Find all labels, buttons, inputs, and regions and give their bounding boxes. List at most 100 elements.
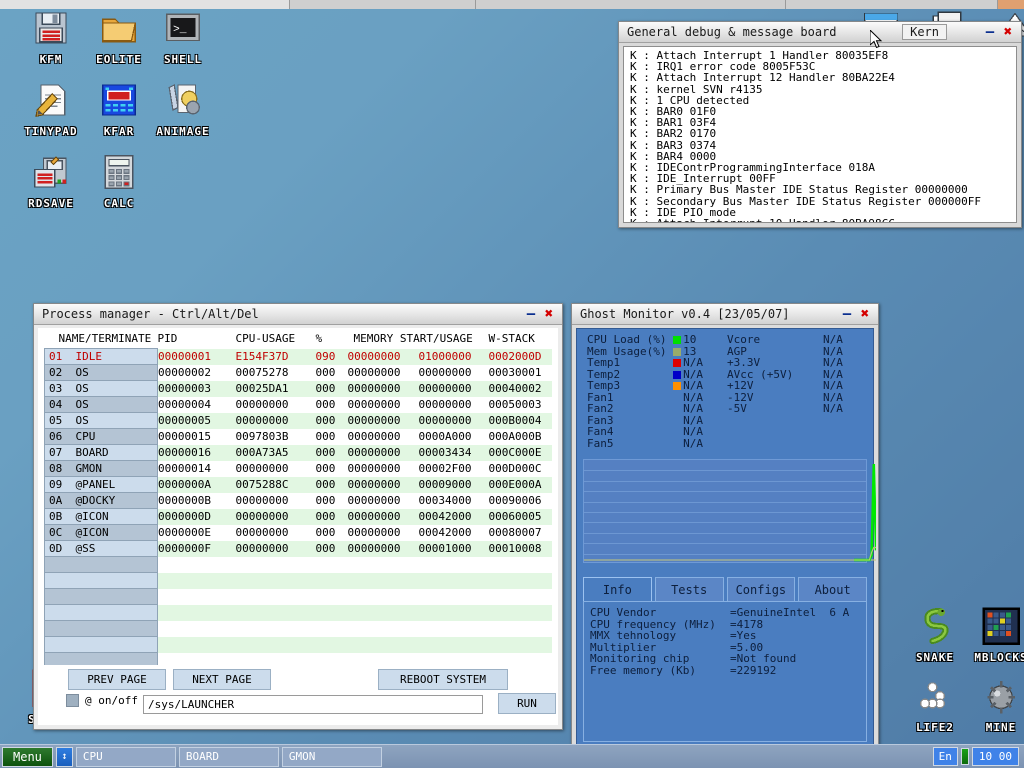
table-row[interactable]: 07 BOARD00000016000A73A50000000000000003… xyxy=(45,445,553,461)
table-row[interactable]: 05 OS00000005000000000000000000000000000… xyxy=(45,413,553,429)
reboot-system-button[interactable]: REBOOT SYSTEM xyxy=(378,669,508,690)
process-name-cell[interactable] xyxy=(45,637,158,653)
table-row-empty[interactable] xyxy=(45,637,553,653)
taskbar-task-cpu[interactable]: CPU xyxy=(76,747,176,767)
table-row[interactable]: 08 GMON00000014000000000000000000000002F… xyxy=(45,461,553,477)
image-editor-icon xyxy=(161,80,205,122)
desktop-icon-label: SHELL xyxy=(140,53,226,66)
process-name-cell[interactable] xyxy=(45,557,158,573)
table-row[interactable]: 02 OS00000002000752780000000000000000000… xyxy=(45,365,553,381)
table-row[interactable]: 0C @ICON0000000E000000000000000000000042… xyxy=(45,525,553,541)
process-pct-cell: 000 xyxy=(316,461,348,477)
close-icon[interactable]: ✖ xyxy=(856,306,874,322)
process-memusage-cell: 00000000 xyxy=(419,397,489,413)
run-button[interactable]: RUN xyxy=(498,693,556,714)
desktop-icon-shell[interactable]: >_SHELL xyxy=(140,8,226,66)
process-name: @PANEL xyxy=(76,478,116,491)
process-name-cell[interactable]: 06 CPU xyxy=(45,429,158,445)
desktop-icon-label: MINE xyxy=(958,721,1024,734)
process-name-cell[interactable] xyxy=(45,573,158,589)
process-name-cell[interactable]: 02 OS xyxy=(45,365,158,381)
table-row[interactable]: 09 @PANEL0000000A0075288C000000000000000… xyxy=(45,477,553,493)
process-name-cell[interactable]: 0D @SS xyxy=(45,541,158,557)
table-row[interactable]: 04 OS00000004000000000000000000000000000… xyxy=(45,397,553,413)
process-name-cell[interactable]: 05 OS xyxy=(45,413,158,429)
table-row-empty[interactable] xyxy=(45,589,553,605)
process-name-cell[interactable]: 0A @DOCKY xyxy=(45,493,158,509)
process-empty-cell xyxy=(158,605,553,621)
process-pid-cell: 00000004 xyxy=(158,397,236,413)
table-row-empty[interactable] xyxy=(45,621,553,637)
onoff-checkbox[interactable] xyxy=(66,694,79,707)
tab-about[interactable]: About xyxy=(798,577,867,602)
process-memstart-cell: 00000000 xyxy=(348,365,419,381)
table-row[interactable]: 03 OS0000000300025DA10000000000000000000… xyxy=(45,381,553,397)
process-name-cell[interactable] xyxy=(45,605,158,621)
taskbar-task-gmon[interactable]: GMON xyxy=(282,747,382,767)
tab-info[interactable]: Info xyxy=(583,577,652,602)
minimize-icon[interactable]: – xyxy=(838,306,856,322)
prev-page-button[interactable]: PREV PAGE xyxy=(68,669,166,690)
process-index: 08 xyxy=(49,462,62,475)
notepad-pencil-icon xyxy=(29,80,73,122)
next-page-button[interactable]: NEXT PAGE xyxy=(173,669,271,690)
process-index: 05 xyxy=(49,414,62,427)
sensor-color-swatch-empty xyxy=(673,440,681,448)
start-menu-button[interactable]: Menu xyxy=(2,747,53,767)
table-row[interactable]: 01 IDLE00000001E154F37D09000000000010000… xyxy=(45,349,553,365)
close-icon[interactable]: ✖ xyxy=(999,24,1017,40)
process-name-cell[interactable] xyxy=(45,589,158,605)
debug-window-titlebar[interactable]: General debug & message board Kern – ✖ xyxy=(619,22,1021,43)
process-name-cell[interactable] xyxy=(45,653,158,666)
launcher-path-input[interactable] xyxy=(143,695,483,714)
table-row-empty[interactable] xyxy=(45,605,553,621)
process-name-cell[interactable]: 09 @PANEL xyxy=(45,477,158,493)
desktop-icon-mine[interactable]: MINE xyxy=(958,676,1024,734)
process-memusage-cell: 00002F00 xyxy=(419,461,489,477)
voltage-label: +12V xyxy=(727,380,823,392)
table-row-empty[interactable] xyxy=(45,653,553,666)
table-row[interactable]: 0D @SS0000000F00000000000000000000000100… xyxy=(45,541,553,557)
minimize-icon[interactable]: – xyxy=(981,24,999,40)
info-row: Monitoring chip=Not found xyxy=(590,653,860,665)
tab-configs[interactable]: Configs xyxy=(727,577,796,602)
table-row-empty[interactable] xyxy=(45,557,553,573)
ghost-monitor-titlebar[interactable]: Ghost Monitor v0.4 [23/05/07] – ✖ xyxy=(572,304,878,325)
table-row[interactable]: 06 CPU000000150097803B000000000000000A00… xyxy=(45,429,553,445)
process-manager-window[interactable]: Process manager - Ctrl/Alt/Del – ✖ NAME/… xyxy=(33,303,563,730)
process-name-cell[interactable]: 04 OS xyxy=(45,397,158,413)
process-name-cell[interactable]: 0B @ICON xyxy=(45,509,158,525)
debug-window[interactable]: General debug & message board Kern – ✖ K… xyxy=(618,21,1022,228)
kern-tag[interactable]: Kern xyxy=(902,24,947,40)
process-memstart-cell: 00000000 xyxy=(348,381,419,397)
process-name-cell[interactable]: 08 GMON xyxy=(45,461,158,477)
taskbar-task-board[interactable]: BOARD xyxy=(179,747,279,767)
desktop-icon-calc[interactable]: CALC xyxy=(76,152,162,210)
battery-icon xyxy=(961,748,969,765)
desktop-icon-animage[interactable]: ANIMAGE xyxy=(140,80,226,138)
sensor-color-swatch-empty xyxy=(673,417,681,425)
close-icon[interactable]: ✖ xyxy=(540,306,558,322)
process-name-cell[interactable]: 0C @ICON xyxy=(45,525,158,541)
ghost-monitor-window[interactable]: Ghost Monitor v0.4 [23/05/07] – ✖ CPU Lo… xyxy=(571,303,879,753)
clock[interactable]: 10 00 xyxy=(972,747,1019,766)
process-memstart-cell: 00000000 xyxy=(348,525,419,541)
sensor-color-swatch-empty xyxy=(673,394,681,402)
taskbar: Menu ↕ CPUBOARDGMON En 10 00 xyxy=(0,744,1024,768)
minimize-icon[interactable]: – xyxy=(522,306,540,322)
desktop-icon-mblocks[interactable]: MBLOCKS xyxy=(958,606,1024,664)
process-name-cell[interactable]: 07 BOARD xyxy=(45,445,158,461)
updown-arrow-icon[interactable]: ↕ xyxy=(56,747,73,767)
process-index: 02 xyxy=(49,366,62,379)
process-name-cell[interactable]: 03 OS xyxy=(45,381,158,397)
voltage-reading: -5VN/A xyxy=(727,403,843,415)
tab-tests[interactable]: Tests xyxy=(655,577,724,602)
table-row-empty[interactable] xyxy=(45,573,553,589)
table-row[interactable]: 0A @DOCKY0000000B00000000000000000000003… xyxy=(45,493,553,509)
process-manager-titlebar[interactable]: Process manager - Ctrl/Alt/Del – ✖ xyxy=(34,304,562,325)
process-wstack-cell: 000E000A xyxy=(489,477,553,493)
language-indicator[interactable]: En xyxy=(933,747,958,766)
process-name-cell[interactable] xyxy=(45,621,158,637)
process-name-cell[interactable]: 01 IDLE xyxy=(45,349,158,365)
table-row[interactable]: 0B @ICON0000000D000000000000000000000042… xyxy=(45,509,553,525)
